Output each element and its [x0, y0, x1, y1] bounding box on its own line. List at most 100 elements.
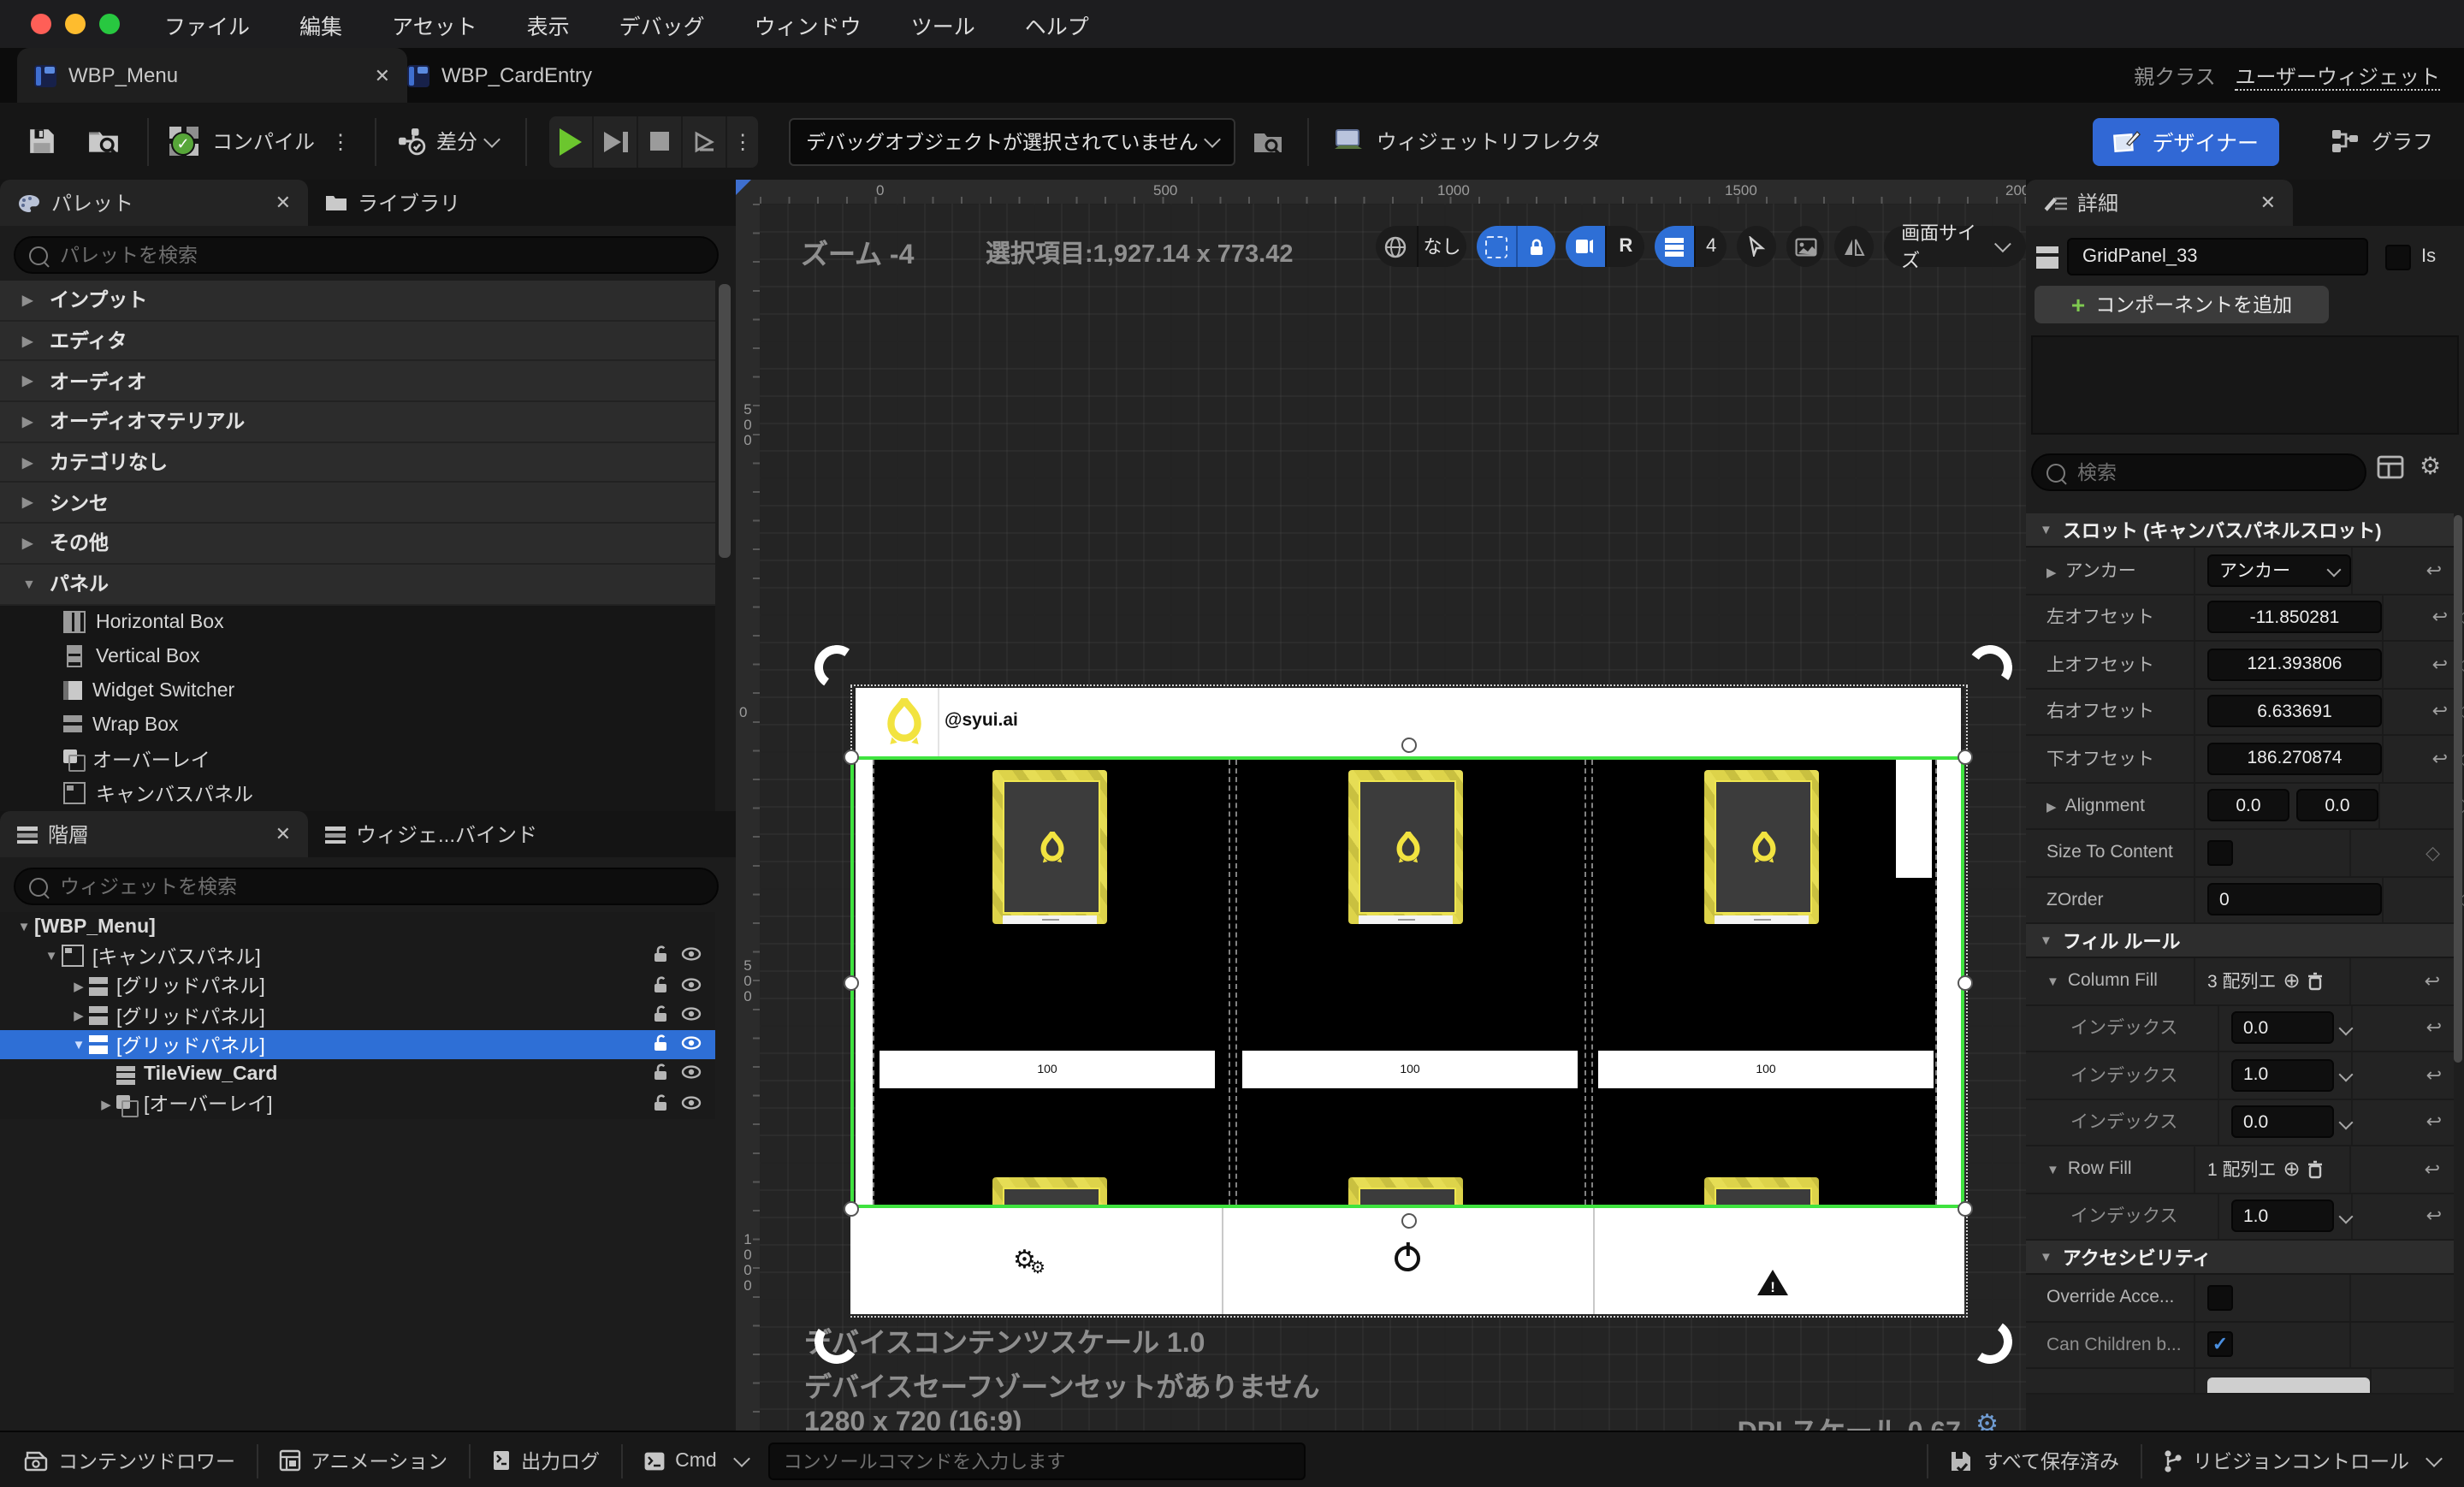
resize-handle[interactable] — [1958, 749, 1973, 765]
size-to-content-checkbox[interactable] — [2207, 839, 2233, 866]
debug-object-dropdown[interactable]: デバッグオブジェクトが選択されていません — [789, 117, 1236, 165]
trash-icon[interactable] — [2307, 1160, 2325, 1179]
palette-item-widget-switcher[interactable]: Widget Switcher — [0, 673, 715, 708]
cursor-tool-icon[interactable] — [1737, 226, 1776, 267]
browse-asset-button[interactable] — [87, 127, 120, 156]
index-input[interactable]: 0.0 — [2231, 1011, 2334, 1045]
visibility-eye-icon[interactable] — [681, 1063, 702, 1082]
resize-handle[interactable] — [1958, 975, 1973, 991]
palette-category-synth[interactable]: ▶ シンセ — [0, 483, 715, 524]
details-scrollbar[interactable] — [2454, 515, 2462, 1063]
reset-icon[interactable]: ↩ — [2426, 1017, 2442, 1040]
close-tab-icon[interactable]: ✕ — [375, 64, 390, 86]
palette-scrollbar[interactable] — [719, 284, 731, 558]
resize-handle[interactable] — [844, 1201, 859, 1217]
content-drawer-button[interactable]: コンテンツドロワー — [24, 1447, 235, 1474]
palette-item-horizontal-box[interactable]: Horizontal Box — [0, 605, 715, 639]
tab-widget-bind[interactable]: ウィジェ...バインド — [308, 811, 599, 857]
menu-view[interactable]: 表示 — [527, 8, 570, 40]
debug-browse-button[interactable] — [1253, 127, 1284, 155]
lock-icon[interactable] — [652, 1063, 669, 1082]
cmd-dropdown[interactable]: Cmd — [643, 1449, 750, 1471]
expand-arrow-icon[interactable]: ▶ — [96, 1097, 116, 1112]
warning-icon[interactable]: ! — [1757, 1270, 1788, 1295]
parent-class-link[interactable]: ユーザーウィジェット — [2235, 65, 2440, 91]
lock-icon[interactable] — [652, 945, 669, 964]
lock-icon[interactable] — [652, 1034, 669, 1052]
save-button[interactable] — [27, 127, 56, 156]
is-variable-checkbox[interactable] — [2385, 244, 2411, 270]
expand-arrow-icon[interactable]: ▶ — [68, 1008, 89, 1023]
expand-arrow-icon[interactable]: ▼ — [41, 949, 62, 964]
resize-handle[interactable] — [1401, 1213, 1417, 1229]
compile-button[interactable]: ✓ コンパイル ⋮ — [169, 126, 351, 157]
settings-gears-icon[interactable]: ⚙ ⚙ — [1013, 1246, 1045, 1277]
diff-button[interactable]: 差分 — [397, 127, 500, 156]
palette-item-canvas-panel[interactable]: キャンバスパネル — [0, 776, 715, 810]
eject-button[interactable] — [683, 116, 728, 167]
palette-category-editor[interactable]: ▶ エディタ — [0, 321, 715, 362]
dpi-settings-gear-icon[interactable]: ⚙ — [1975, 1408, 1999, 1431]
reset-icon[interactable]: ↩ — [2432, 748, 2448, 770]
palette-item-vertical-box[interactable]: Vertical Box — [0, 639, 715, 673]
respect-locks-button[interactable]: R — [1604, 226, 1645, 267]
tree-row-grid-panel-2[interactable]: ▶ [グリッドパネル] — [0, 1001, 715, 1031]
graph-mode-button[interactable]: グラフ — [2331, 127, 2433, 156]
details-search-input[interactable]: 検索 — [2031, 453, 2366, 491]
play-options-icon[interactable]: ⋮ — [727, 116, 758, 167]
bind-diamond-icon[interactable]: ◇ — [2426, 842, 2440, 864]
lock-icon[interactable] — [652, 975, 669, 993]
close-tab-icon[interactable]: ✕ — [275, 192, 291, 214]
tab-library[interactable]: ライブラリ — [308, 180, 565, 226]
visibility-eye-icon[interactable] — [681, 975, 702, 993]
rotate-handle[interactable] — [1964, 641, 2017, 694]
menu-window[interactable]: ウィンドウ — [755, 8, 862, 40]
add-element-icon[interactable]: ⊕ — [2283, 969, 2301, 993]
display-filter-icon[interactable] — [2377, 455, 2404, 479]
reset-icon[interactable]: ↩ — [2426, 560, 2442, 582]
tab-wbp-cardentry[interactable]: WBP_CardEntry — [390, 48, 681, 103]
reset-icon[interactable]: ↩ — [2426, 1064, 2442, 1087]
offset-left-input[interactable]: -11.850281 — [2207, 601, 2382, 634]
marquee-select-icon[interactable] — [1476, 226, 1516, 267]
visibility-eye-icon[interactable] — [681, 1093, 702, 1112]
add-element-icon[interactable]: ⊕ — [2283, 1158, 2301, 1182]
reset-icon[interactable]: ↩ — [2425, 970, 2440, 992]
play-button[interactable] — [549, 116, 595, 167]
menu-edit[interactable]: 編集 — [299, 8, 342, 40]
palette-search-input[interactable]: パレットを検索 — [14, 236, 719, 274]
resize-handle[interactable] — [1958, 1201, 1973, 1217]
fill-rules-section-header[interactable]: ▼ フィル ルール — [2026, 924, 2454, 958]
tab-wbp-menu[interactable]: WBP_Menu ✕ — [17, 48, 407, 103]
close-traffic-light-icon[interactable] — [31, 14, 51, 34]
expand-arrow-icon[interactable]: ▼ — [68, 1038, 89, 1053]
lock-icon[interactable] — [1515, 226, 1556, 267]
selection-rectangle[interactable] — [850, 756, 1964, 1208]
trash-icon[interactable] — [2307, 972, 2325, 991]
anchor-dropdown[interactable]: アンカー — [2207, 554, 2351, 587]
revision-control-dropdown[interactable]: リビジョンコントロール — [2162, 1447, 2443, 1474]
visibility-eye-icon[interactable] — [681, 1004, 702, 1023]
palette-category-audio-material[interactable]: ▶ オーディオマテリアル — [0, 402, 715, 443]
widget-name-input[interactable]: GridPanel_33 — [2067, 238, 2368, 275]
close-tab-icon[interactable]: ✕ — [275, 823, 291, 845]
tree-row-grid-panel-3-selected[interactable]: ▼ [グリッドパネル] — [0, 1030, 715, 1060]
flip-preview-icon[interactable] — [1834, 226, 1875, 267]
reset-icon[interactable]: ↩ — [2426, 1111, 2442, 1134]
offset-top-input[interactable]: 121.393806 — [2207, 648, 2382, 681]
visibility-eye-icon[interactable] — [681, 1034, 702, 1052]
reset-icon[interactable]: ↩ — [2426, 1206, 2442, 1228]
tree-row-wbp-menu[interactable]: ▼ [WBP_Menu] — [0, 912, 715, 942]
index-input[interactable]: 1.0 — [2231, 1200, 2334, 1233]
alignment-y-input[interactable]: 0.0 — [2296, 789, 2378, 822]
tree-row-tileview-card[interactable]: TileView_Card — [0, 1060, 715, 1090]
designer-viewport[interactable]: 0 500 1000 1500 200 500 0 500 1000 ズーム -… — [736, 180, 2026, 1431]
tab-palette[interactable]: パレット ✕ — [0, 180, 308, 226]
offset-right-input[interactable]: 6.633691 — [2207, 695, 2382, 728]
accessible-behavior-dropdown[interactable] — [2207, 1377, 2370, 1393]
offset-bottom-input[interactable]: 186.270874 — [2207, 742, 2382, 775]
reset-icon[interactable]: ↩ — [2425, 1158, 2440, 1181]
outline-preview-icon[interactable] — [1786, 226, 1825, 267]
tab-hierarchy[interactable]: 階層 ✕ — [0, 811, 308, 857]
flipbook-icon[interactable] — [1566, 226, 1605, 267]
